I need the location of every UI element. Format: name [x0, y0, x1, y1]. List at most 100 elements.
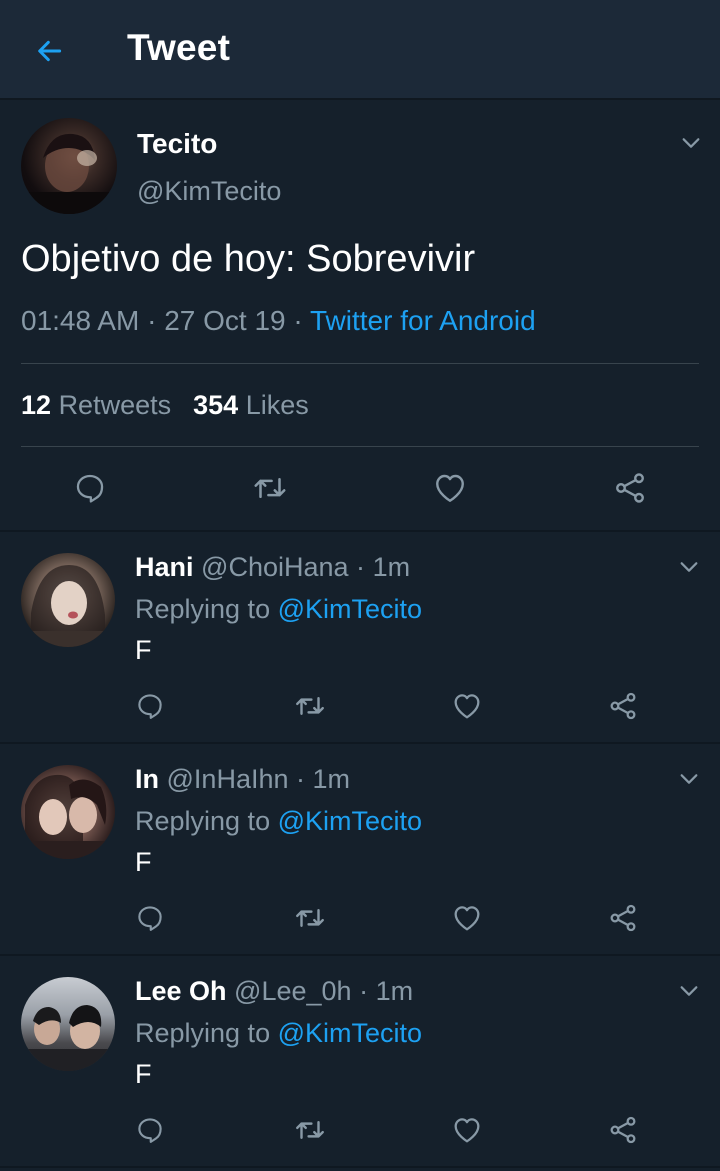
- share-button[interactable]: [601, 1108, 645, 1152]
- avatar[interactable]: [21, 118, 117, 214]
- retweets-stat[interactable]: 12 Retweets: [21, 390, 171, 420]
- retweet-button[interactable]: [288, 1108, 332, 1152]
- reply-author-name[interactable]: Hani: [135, 552, 194, 582]
- reply-tweet[interactable]: Lee Oh @Lee_0h · 1m Replying to @KimTeci…: [0, 956, 720, 1166]
- reply-header: Hani @ChoiHana · 1m: [135, 552, 410, 583]
- reply-icon: [76, 474, 104, 503]
- reply-time: 1m: [312, 764, 351, 794]
- avatar[interactable]: [21, 977, 115, 1071]
- meta-separator: ·: [359, 976, 369, 1006]
- divider: [21, 446, 699, 447]
- like-icon: [454, 694, 480, 719]
- meta-separator: ·: [296, 764, 306, 794]
- share-icon: [610, 904, 636, 932]
- reply-actions: [0, 886, 720, 936]
- chevron-down-icon: [682, 138, 700, 148]
- meta-separator: ·: [293, 305, 303, 336]
- divider: [0, 1166, 720, 1168]
- like-button[interactable]: [445, 1108, 489, 1152]
- reply-menu-button[interactable]: [676, 766, 702, 792]
- likes-stat[interactable]: 354 Likes: [193, 390, 309, 420]
- share-button[interactable]: [601, 684, 645, 728]
- replying-to: Replying to @KimTecito: [135, 594, 422, 625]
- replying-to-link[interactable]: @KimTecito: [278, 1018, 422, 1048]
- retweet-button[interactable]: [288, 896, 332, 940]
- divider: [21, 363, 699, 364]
- reply-icon: [138, 906, 162, 931]
- replying-to-label: Replying to: [135, 594, 271, 624]
- retweets-count: 12: [21, 390, 52, 420]
- reply-author-name[interactable]: Lee Oh: [135, 976, 227, 1006]
- retweet-icon: [254, 478, 286, 498]
- retweet-button[interactable]: [288, 684, 332, 728]
- like-icon: [454, 1118, 480, 1143]
- reply-tweet[interactable]: In @InHaIhn · 1m Replying to @KimTecito …: [0, 744, 720, 954]
- share-button[interactable]: [601, 896, 645, 940]
- retweet-icon: [296, 697, 324, 715]
- replying-to: Replying to @KimTecito: [135, 1018, 422, 1049]
- reply-author-handle[interactable]: @InHaIhn: [167, 764, 289, 794]
- like-icon: [454, 906, 480, 931]
- reply-author-name[interactable]: In: [135, 764, 159, 794]
- reply-author-handle[interactable]: @ChoiHana: [201, 552, 349, 582]
- meta-separator: ·: [356, 552, 366, 582]
- reply-header: Lee Oh @Lee_0h · 1m: [135, 976, 413, 1007]
- reply-button[interactable]: [128, 684, 172, 728]
- like-button[interactable]: [428, 466, 472, 510]
- replying-to-link[interactable]: @KimTecito: [278, 806, 422, 836]
- reply-tweet[interactable]: Hani @ChoiHana · 1m Replying to @KimTeci…: [0, 532, 720, 742]
- reply-icon: [138, 1118, 162, 1143]
- replying-to-label: Replying to: [135, 1018, 271, 1048]
- replying-to-label: Replying to: [135, 806, 271, 836]
- reply-button[interactable]: [128, 1108, 172, 1152]
- author-name[interactable]: Tecito: [137, 128, 217, 160]
- reply-author-handle[interactable]: @Lee_0h: [234, 976, 352, 1006]
- reply-text: F: [135, 1059, 152, 1089]
- back-button[interactable]: [26, 28, 72, 74]
- tweet-actions: [0, 458, 720, 518]
- replying-to-link[interactable]: @KimTecito: [278, 594, 422, 624]
- like-icon: [436, 474, 464, 502]
- reply-menu-button[interactable]: [676, 554, 702, 580]
- avatar[interactable]: [21, 765, 115, 859]
- reply-menu-button[interactable]: [676, 978, 702, 1004]
- reply-button[interactable]: [68, 466, 112, 510]
- reply-text: F: [135, 635, 152, 665]
- like-button[interactable]: [445, 684, 489, 728]
- tweet-text: Objetivo de hoy: Sobrevivir: [21, 238, 476, 280]
- avatar[interactable]: [21, 553, 115, 647]
- likes-count: 354: [193, 390, 239, 420]
- like-button[interactable]: [445, 896, 489, 940]
- reply-actions: [0, 1098, 720, 1148]
- reply-time: 1m: [372, 552, 411, 582]
- meta-separator: ·: [147, 305, 157, 336]
- reply-icon: [138, 694, 162, 719]
- tweet-source-link[interactable]: Twitter for Android: [310, 305, 536, 336]
- retweet-icon: [296, 909, 324, 927]
- back-arrow-icon: [38, 40, 62, 62]
- share-icon: [610, 692, 636, 720]
- share-button[interactable]: [608, 466, 652, 510]
- share-icon: [610, 1116, 636, 1144]
- tweet-time: 01:48 AM: [21, 305, 140, 336]
- tweet-date: 27 Oct 19: [164, 305, 286, 336]
- tweet-stats: 12 Retweets 354 Likes: [21, 390, 309, 421]
- reply-text: F: [135, 847, 152, 877]
- retweet-button[interactable]: [248, 466, 292, 510]
- likes-label: Likes: [245, 390, 309, 420]
- chevron-down-icon: [680, 774, 698, 784]
- tweet-menu-button[interactable]: [678, 130, 704, 156]
- reply-button[interactable]: [128, 896, 172, 940]
- main-tweet: Tecito @KimTecito Objetivo de hoy: Sobre…: [0, 100, 720, 530]
- reply-actions: [0, 674, 720, 724]
- tweet-meta: 01:48 AM · 27 Oct 19 · Twitter for Andro…: [21, 305, 536, 337]
- chevron-down-icon: [680, 986, 698, 996]
- retweet-icon: [296, 1121, 324, 1139]
- share-icon: [616, 473, 644, 503]
- author-handle[interactable]: @KimTecito: [137, 176, 281, 207]
- top-app-bar: Tweet: [0, 0, 720, 100]
- retweets-label: Retweets: [58, 390, 172, 420]
- reply-header: In @InHaIhn · 1m: [135, 764, 350, 795]
- page-title: Tweet: [127, 27, 231, 68]
- chevron-down-icon: [680, 562, 698, 572]
